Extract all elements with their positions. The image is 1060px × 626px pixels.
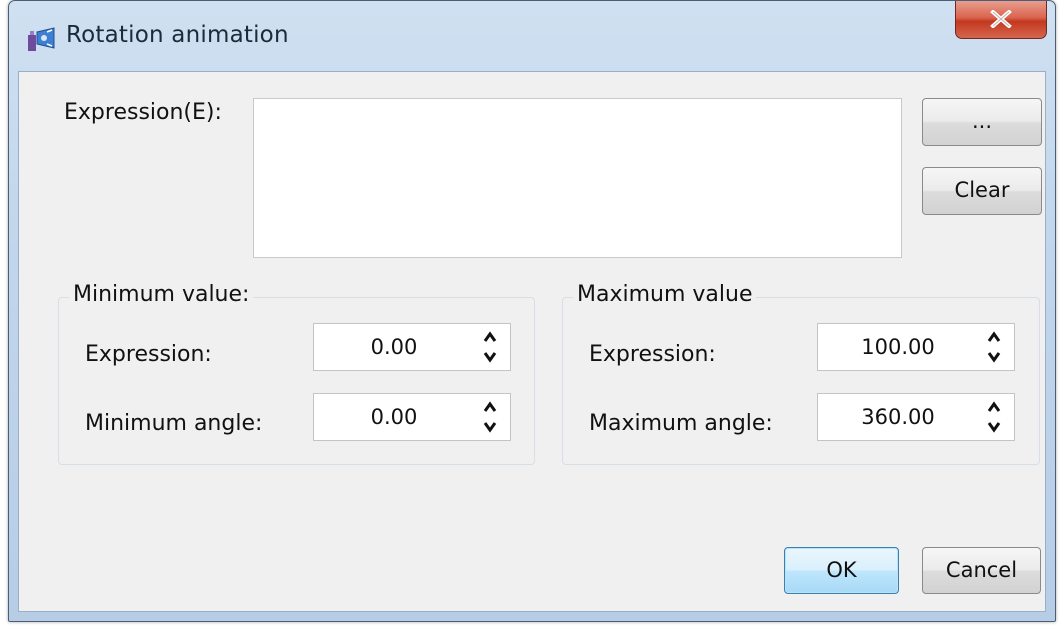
clear-button[interactable]: Clear [922, 167, 1042, 215]
maximum-group-title: Maximum value [573, 282, 757, 307]
minimum-angle-label: Minimum angle: [85, 411, 263, 436]
minimum-expression-label: Expression: [85, 342, 212, 367]
maximum-angle-spinner[interactable]: 360.00 [817, 393, 1015, 441]
rotation-app-icon [27, 26, 57, 52]
minimum-expression-spinner[interactable]: 0.00 [313, 323, 511, 371]
spin-down-icon[interactable] [480, 347, 500, 365]
minimum-angle-value[interactable]: 0.00 [314, 394, 464, 440]
minimum-value-group: Minimum value: Expression: 0.00 Minimum … [58, 282, 535, 465]
spin-up-icon[interactable] [480, 399, 500, 417]
maximum-expression-value[interactable]: 100.00 [818, 324, 968, 370]
cancel-button[interactable]: Cancel [922, 547, 1041, 594]
dialog-window: Rotation animation Expression(E): ... Cl… [8, 0, 1056, 622]
maximum-value-group: Maximum value Expression: 100.00 Maximum… [562, 282, 1040, 465]
maximum-expression-spinner[interactable]: 100.00 [817, 323, 1015, 371]
spin-up-icon[interactable] [984, 329, 1004, 347]
title-bar[interactable]: Rotation animation [9, 1, 1055, 71]
maximum-angle-label: Maximum angle: [589, 411, 773, 436]
maximum-expression-label: Expression: [589, 342, 716, 367]
spin-down-icon[interactable] [480, 417, 500, 435]
spin-down-icon[interactable] [984, 417, 1004, 435]
minimum-expression-value[interactable]: 0.00 [314, 324, 464, 370]
close-button[interactable] [955, 1, 1047, 39]
ok-button[interactable]: OK [784, 547, 899, 594]
spin-up-icon[interactable] [480, 329, 500, 347]
spin-up-icon[interactable] [984, 399, 1004, 417]
expression-input[interactable] [253, 98, 902, 258]
minimum-angle-spinner[interactable]: 0.00 [313, 393, 511, 441]
dialog-body: Expression(E): ... Clear Minimum value: … [18, 71, 1046, 612]
browse-button[interactable]: ... [922, 98, 1042, 146]
window-title: Rotation animation [66, 22, 289, 48]
expression-label: Expression(E): [64, 100, 222, 125]
maximum-angle-value[interactable]: 360.00 [818, 394, 968, 440]
minimum-group-title: Minimum value: [69, 282, 254, 307]
close-icon [990, 10, 1012, 28]
spin-down-icon[interactable] [984, 347, 1004, 365]
